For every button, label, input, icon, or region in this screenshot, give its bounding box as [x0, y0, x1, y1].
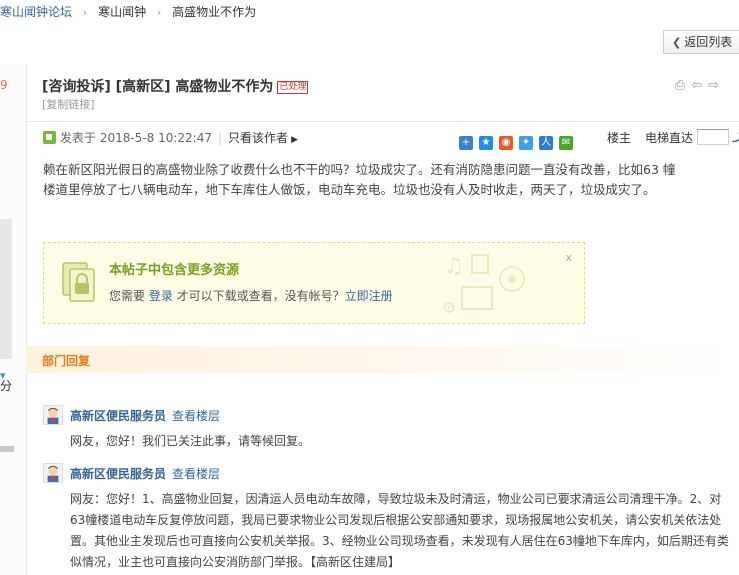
only-author-link[interactable]: 只看该作者 ▶ [228, 131, 298, 145]
view-floor-link[interactable]: 查看楼层 [172, 467, 220, 481]
thread-actions: ⎙⇦⇨ [675, 78, 725, 93]
thread-title: [咨询投诉] [高新区] 高盛物业不作为 已处理 [42, 76, 309, 96]
register-link[interactable]: 立即注册 [345, 289, 393, 303]
author-divider [0, 446, 14, 452]
reply-author-name[interactable]: 高新区便民服务员 [70, 409, 166, 423]
status-badge: 已处理 [277, 81, 309, 94]
reply-text: 网友，您好！我们已关注此事，请等候回复。 [70, 434, 311, 448]
author-avatar-partial [0, 219, 12, 359]
reply-author: 高新区便民服务员 查看楼层 [70, 407, 220, 424]
locked-file-icon [62, 262, 95, 302]
floor-jump-input[interactable] [697, 129, 729, 145]
thread-header: [咨询投诉] [高新区] 高盛物业不作为 已处理 [复制链接] ⎙⇦⇨ [26, 64, 739, 122]
breadcrumb-separator: › [82, 6, 88, 19]
author-points-unit: 分 [0, 379, 13, 393]
view-floor-link[interactable]: 查看楼层 [172, 409, 220, 423]
breadcrumb-board[interactable]: 寒山闻钟 [98, 5, 146, 19]
back-to-list-label: 返回列表 [684, 35, 733, 49]
prev-thread-icon[interactable]: ⇦ [691, 78, 708, 93]
breadcrumb-separator: › [156, 6, 162, 19]
divider: | [218, 131, 223, 145]
department-reply-label: 部门回复 [42, 354, 91, 368]
share-wechat-icon[interactable]: ✉ [559, 136, 573, 150]
next-thread-icon[interactable]: ⇨ [708, 78, 725, 93]
attachment-text-middle: 才可以下载或查看，没有帐号？ [172, 289, 345, 303]
copy-link-button[interactable]: [复制链接] [42, 96, 95, 112]
floor-jump-go-icon[interactable]: ⤴ [732, 129, 739, 147]
author-column: 9 ▾ 分 [0, 64, 27, 575]
print-icon[interactable]: ⎙ [675, 78, 691, 93]
attachment-notice: 本帖子中包含更多资源 您需要 登录 才可以下载或查看，没有帐号？立即注册 ♫ ⚙… [43, 242, 585, 324]
post-status-icon [43, 131, 56, 144]
share-plus-icon[interactable]: + [459, 136, 473, 150]
post-info-bar: 发表于 2018-5-8 10:22:47 | 只看该作者 ▶ + ★ ◉ ✦ 人 ✉ 楼主 电… [43, 129, 739, 150]
elevator-label: 电梯直达 [644, 131, 693, 145]
reply-text: 网友：您好！1、高盛物业回复，因清运人员电动车故障，导致垃圾未及时清运，物业公司… [70, 492, 729, 569]
triangle-right-icon: ▶ [291, 135, 298, 145]
avatar [43, 463, 63, 483]
share-icons: + ★ ◉ ✦ 人 ✉ [453, 129, 573, 150]
breadcrumb-current: 高盛物业不作为 [172, 5, 257, 19]
only-author-label: 只看该作者 [228, 131, 289, 145]
author-stat-number: 9 [0, 78, 8, 92]
avatar [43, 405, 63, 425]
svg-text:♫: ♫ [444, 254, 464, 279]
share-tencent-icon[interactable]: ★ [479, 136, 493, 150]
back-to-list-button[interactable]: ❮ 返回列表 [663, 30, 739, 54]
breadcrumb: 寒山闻钟论坛 › 寒山闻钟 › 高盛物业不作为 [0, 0, 256, 24]
breadcrumb-forum[interactable]: 寒山闻钟论坛 [0, 5, 72, 19]
svg-text:⚙: ⚙ [442, 298, 456, 315]
attachment-message: 您需要 登录 才可以下载或查看，没有帐号？立即注册 [109, 287, 393, 304]
floor-label: 楼主 [606, 131, 631, 145]
login-link[interactable]: 登录 [149, 289, 173, 303]
share-qzone-icon[interactable]: ✦ [519, 136, 533, 150]
reply-author: 高新区便民服务员 查看楼层 [70, 465, 220, 482]
share-renren-icon[interactable]: 人 [539, 136, 553, 150]
close-icon[interactable]: x [565, 251, 572, 264]
media-decoration-icon: ♫ ⚙ [442, 254, 525, 315]
post-body: 赖在新区阳光假日的高盛物业除了收费什么也不干的吗？垃圾成灾了。还有消防隐患问题一… [43, 162, 676, 197]
attachment-title: 本帖子中包含更多资源 [109, 263, 240, 278]
department-reply-header: 部门回复 [26, 346, 739, 373]
share-weibo-icon[interactable]: ◉ [499, 136, 513, 150]
post-date: 发表于 2018-5-8 10:22:47 [60, 131, 212, 145]
reply-author-name[interactable]: 高新区便民服务员 [70, 467, 166, 481]
chevron-left-icon: ❮ [672, 36, 682, 49]
thread-title-text: [咨询投诉] [高新区] 高盛物业不作为 [42, 79, 274, 95]
attachment-text-before: 您需要 [109, 289, 149, 303]
